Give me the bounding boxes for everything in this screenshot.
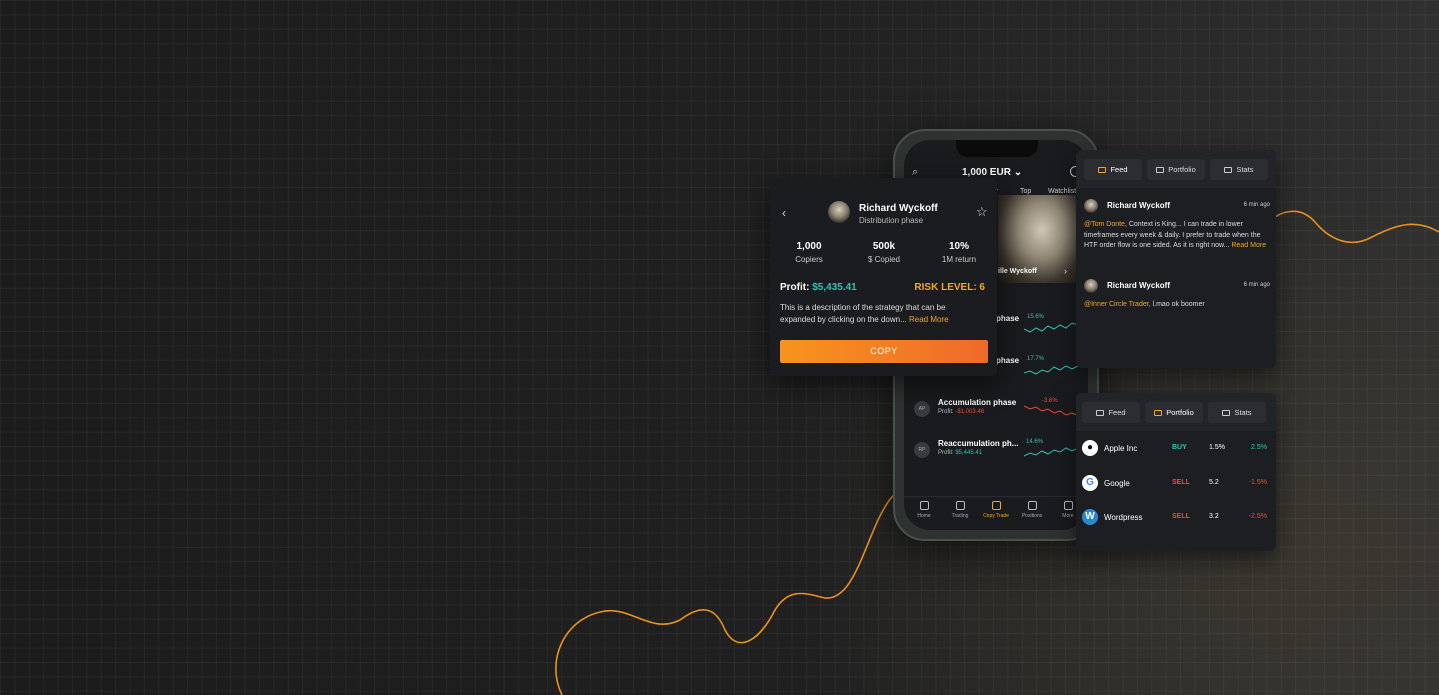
tab-feed[interactable]: Feed [1082, 402, 1140, 423]
post-text: @Inner Circle Trader, l.mao ok boomer [1084, 301, 1205, 308]
strategy-description: This is a description of the strategy th… [780, 303, 949, 324]
strategy-row[interactable]: RP Reaccumulation ph... Profit: $5,445.4… [914, 438, 1084, 468]
post-text: @Tom Donte, Context is King... I can tra… [1084, 221, 1267, 249]
holding-action: BUY [1172, 444, 1187, 451]
phone-notch [956, 140, 1038, 157]
risk-level: RISK LEVEL: 6 [914, 282, 985, 293]
briefcase-icon [1154, 410, 1163, 416]
holding-row[interactable]: W Wordpress SELL 3.2 -2.5% [1076, 504, 1276, 534]
sparkline [1024, 405, 1082, 418]
avatar [1084, 199, 1098, 213]
read-more-link[interactable]: Read More [909, 315, 949, 324]
strategy-profit: Profit: $5,445.41 [938, 450, 983, 456]
post-author: Richard Wyckoff [1107, 201, 1170, 210]
briefcase-icon [1156, 167, 1165, 173]
holding-return: 2.5% [1251, 444, 1267, 451]
sparkline [1024, 322, 1082, 333]
portfolio-card: Feed Portfolio Stats ● Apple Inc BUY 1.5… [1076, 393, 1276, 551]
strategy-name: Reaccumulation ph... [938, 439, 1019, 448]
strategy-detail-card: ‹ Richard Wyckoff Distribution phase ☆ 1… [770, 178, 997, 376]
nav-copy-trade[interactable]: Copy Trade [978, 501, 1014, 519]
holding-return: -2.5% [1248, 513, 1267, 520]
mail-icon [1098, 167, 1107, 173]
bottom-nav: Home Trading Copy Trade Positions More [904, 496, 1088, 526]
post-author: Richard Wyckoff [1107, 281, 1170, 290]
holding-return: -1.5% [1248, 479, 1267, 486]
mail-icon [1096, 410, 1105, 416]
strategy-name: phase [996, 356, 1020, 365]
portfolio-tabbar: Feed Portfolio Stats [1076, 393, 1276, 431]
holding-row[interactable]: ● Apple Inc BUY 1.5% 2.5% [1076, 435, 1276, 465]
stat-return: 10% 1M return [941, 241, 977, 264]
trader-portrait: ille Wyckoff › [998, 195, 1078, 283]
holding-row[interactable]: G Google SELL 5.2 -1.5% [1076, 470, 1276, 500]
holding-action: SELL [1172, 479, 1190, 486]
strategy-row[interactable]: AP Accumulation phase Profit: -$1,003.46… [914, 397, 1084, 427]
tab-feed[interactable]: Feed [1084, 159, 1142, 180]
tab-stats[interactable]: Stats [1208, 402, 1266, 423]
feed-card: Feed Portfolio Stats Richard Wyckoff 6 m… [1076, 150, 1276, 368]
home-icon [919, 501, 929, 510]
sparkline [1024, 445, 1082, 457]
strategy-subtitle: Distribution phase [859, 216, 924, 225]
strategy-profit: Profit: -$1,003.46 [938, 409, 985, 415]
copy-icon [991, 501, 1001, 510]
stat-copiers: 1,000 Copiers [795, 241, 823, 264]
tab-watchlist[interactable]: Watchlist [1048, 188, 1076, 195]
avatar [1084, 279, 1098, 293]
apple-icon: ● [1082, 440, 1098, 456]
google-icon: G [1082, 475, 1098, 491]
stat-copied: 500k $ Copied [867, 241, 901, 264]
wordpress-icon: W [1082, 509, 1098, 525]
holding-qty: 3.2 [1209, 513, 1219, 520]
holding-name: Wordpress [1104, 513, 1143, 522]
nav-trading[interactable]: Trading [942, 501, 978, 519]
avatar [828, 201, 850, 223]
folder-icon [1027, 501, 1037, 510]
star-icon[interactable]: ☆ [976, 204, 988, 220]
holding-name: Google [1104, 479, 1130, 488]
holding-action: SELL [1172, 513, 1190, 520]
tab-top[interactable]: Top [1020, 188, 1031, 195]
avatar: RP [914, 442, 930, 458]
trading-icon [955, 501, 965, 510]
tab-stats[interactable]: Stats [1210, 159, 1268, 180]
menu-icon [1063, 501, 1073, 510]
holding-qty: 5.2 [1209, 479, 1219, 486]
profit-summary: Profit: $5,435.41 [780, 282, 857, 293]
read-more-link[interactable]: Read More [1231, 242, 1266, 249]
balance-selector[interactable]: 1,000 EUR ⌄ [962, 167, 1022, 178]
feed-tabbar: Feed Portfolio Stats [1076, 150, 1276, 188]
trader-name: Richard Wyckoff [859, 203, 938, 214]
nav-home[interactable]: Home [906, 501, 942, 519]
holding-name: Apple Inc [1104, 444, 1138, 453]
sparkline [1024, 363, 1082, 375]
tab-portfolio[interactable]: Portfolio [1145, 402, 1203, 423]
back-icon[interactable]: ‹ [782, 206, 786, 220]
nav-positions[interactable]: Positions [1014, 501, 1050, 519]
copy-button[interactable]: COPY [780, 340, 988, 363]
bar-chart-icon [1224, 167, 1233, 173]
bar-chart-icon [1222, 410, 1231, 416]
strategy-name: phase [996, 314, 1020, 323]
chevron-right-icon[interactable]: › [1064, 266, 1067, 276]
portrait-name: ille Wyckoff [998, 268, 1037, 275]
tab-portfolio[interactable]: Portfolio [1147, 159, 1205, 180]
holding-qty: 1.5% [1209, 444, 1225, 451]
avatar: AP [914, 401, 930, 417]
post-time: 6 min ago [1243, 202, 1270, 208]
strategy-name: Accumulation phase [938, 398, 1017, 407]
post-time: 6 min ago [1243, 282, 1270, 288]
